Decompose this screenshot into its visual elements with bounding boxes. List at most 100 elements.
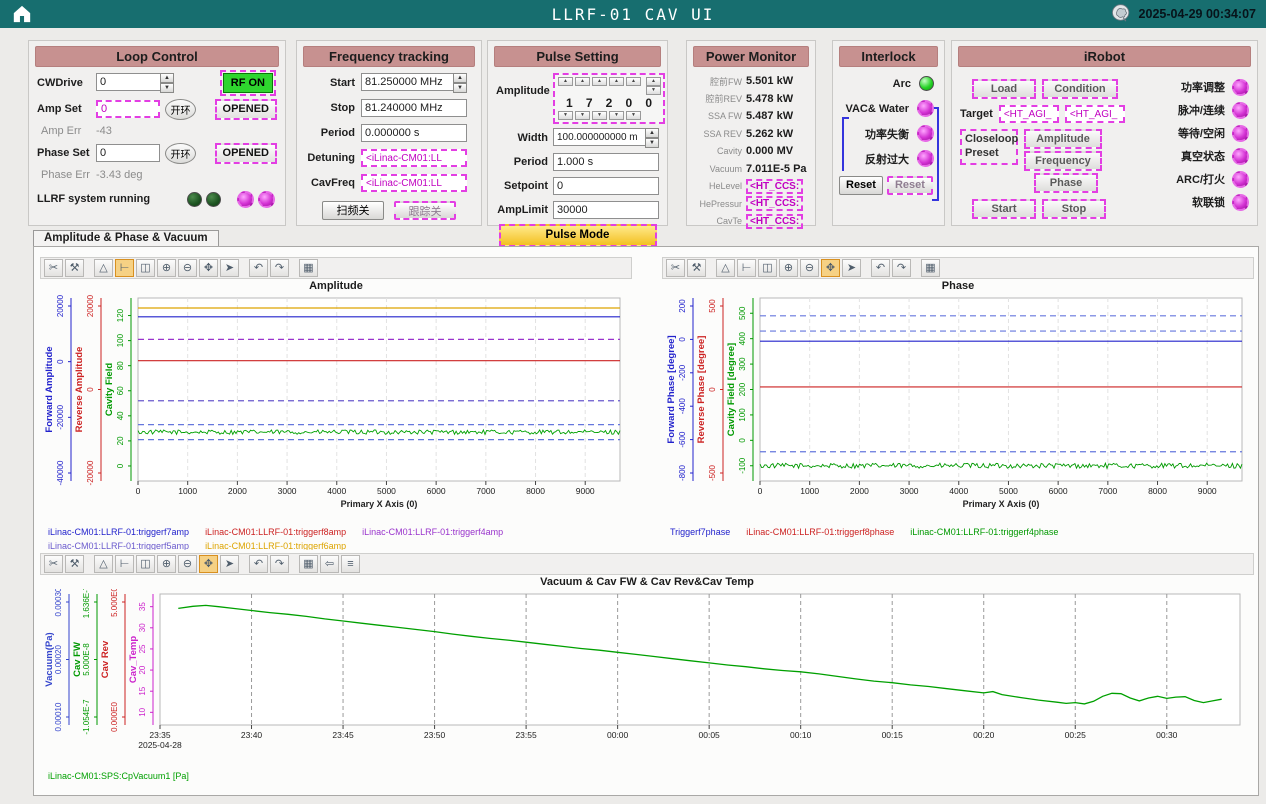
period-value[interactable]: 1.000 s: [553, 153, 659, 171]
tab-amplitude-phase-vacuum[interactable]: Amplitude & Phase & Vacuum: [33, 230, 219, 246]
rf-on-button[interactable]: RF ON: [223, 73, 273, 93]
condition-button[interactable]: Condition: [1042, 79, 1118, 99]
amp-set-input[interactable]: 0: [96, 100, 160, 118]
amplitude-preset-button[interactable]: Amplitude: [1024, 129, 1102, 149]
amplimit-value[interactable]: 30000: [553, 201, 659, 219]
back-icon[interactable]: ⇦: [320, 555, 339, 573]
annotation-icon[interactable]: △: [94, 259, 113, 277]
amp-digit-down-button-4[interactable]: ▼: [609, 111, 624, 120]
zoom-in-icon[interactable]: ⊕: [779, 259, 798, 277]
phase-set-input[interactable]: 0: [96, 144, 160, 162]
width-down-button[interactable]: ▼: [645, 138, 659, 148]
cwdrive-down-button[interactable]: ▼: [160, 83, 174, 93]
snapshot-icon[interactable]: ✂: [44, 555, 63, 573]
undo-icon[interactable]: ↶: [249, 259, 268, 277]
width-value[interactable]: 100.000000000 m: [553, 128, 645, 146]
pan-icon[interactable]: ✥: [199, 555, 218, 573]
export-icon[interactable]: ▦: [299, 259, 318, 277]
start-button[interactable]: Start: [972, 199, 1036, 219]
amp-step-up-button[interactable]: ▲: [646, 77, 661, 86]
redo-icon[interactable]: ↷: [270, 259, 289, 277]
charts-box: ✂⚒△⊢◫⊕⊖✥➤↶↷▦AmplitudeForward Amplitude20…: [33, 246, 1259, 796]
load-button[interactable]: Load: [972, 79, 1036, 99]
annotation-icon[interactable]: △: [94, 555, 113, 573]
width-up-button[interactable]: ▲: [645, 128, 659, 138]
redo-icon[interactable]: ↷: [270, 555, 289, 573]
amp-digit-down-button-3[interactable]: ▼: [592, 111, 607, 120]
zoom-in-icon[interactable]: ⊕: [157, 259, 176, 277]
home-button[interactable]: [10, 3, 34, 25]
reset-button[interactable]: Reset: [839, 176, 883, 195]
ft-up-button-0[interactable]: ▲: [453, 73, 467, 83]
ft-value-1[interactable]: 81.240000 MHz: [361, 99, 467, 117]
snapshot-icon[interactable]: ✂: [44, 259, 63, 277]
amp-digit-down-button-2[interactable]: ▼: [575, 111, 590, 120]
setpoint-value[interactable]: 0: [553, 177, 659, 195]
zoom-out-icon[interactable]: ⊖: [178, 259, 197, 277]
phase-open-loop-button[interactable]: 开环: [165, 143, 196, 164]
pan-icon[interactable]: ✥: [821, 259, 840, 277]
export-icon[interactable]: ▦: [299, 555, 318, 573]
ft-value-3[interactable]: <iLinac-CM01:LL: [361, 149, 467, 167]
zoom-out-icon[interactable]: ⊖: [800, 259, 819, 277]
undo-icon[interactable]: ↶: [871, 259, 890, 277]
amp-digit-up-button-4[interactable]: ▲: [609, 77, 624, 86]
cwdrive-spinner[interactable]: 0 ▲▼: [96, 73, 174, 93]
redo-icon[interactable]: ↷: [892, 259, 911, 277]
zoom-out-icon[interactable]: ⊖: [178, 555, 197, 573]
undo-icon[interactable]: ↶: [249, 555, 268, 573]
annotation-icon[interactable]: △: [716, 259, 735, 277]
crosshair-icon[interactable]: ⊢: [115, 555, 134, 573]
vacuum-chart-plot-area[interactable]: Vacuum(Pa)0.000300.000200.00010Cav FW1.6…: [40, 589, 1254, 768]
ft-down-button-0[interactable]: ▼: [453, 83, 467, 93]
reset-disconnected-button[interactable]: Reset: [887, 176, 933, 195]
width-spinner[interactable]: 100.000000000 m ▲▼: [553, 128, 659, 148]
configure-icon[interactable]: ⚒: [65, 555, 84, 573]
amp-loop-opened-button[interactable]: OPENED: [215, 99, 277, 120]
amp-digit-up-button-3[interactable]: ▲: [592, 77, 607, 86]
zoom-in-icon[interactable]: ⊕: [157, 555, 176, 573]
amp-digit-down-button-5[interactable]: ▼: [626, 111, 641, 120]
crosshair-icon[interactable]: ⊢: [115, 259, 134, 277]
frequency-preset-button[interactable]: Frequency: [1024, 151, 1102, 171]
stagger-icon[interactable]: ◫: [136, 259, 155, 277]
amp-digit-up-button-5[interactable]: ▲: [626, 77, 641, 86]
amplitude-spinner-widget[interactable]: ▲▲▲▲▲▲▼17200▼▼▼▼▼: [553, 73, 665, 124]
stop-button[interactable]: Stop: [1042, 199, 1106, 219]
target-value-1[interactable]: <HT_AGI_: [999, 105, 1059, 123]
stagger-icon[interactable]: ◫: [136, 555, 155, 573]
amplitude-chart-legend: iLinac-CM01:LLRF-01:triggerf7ampiLinac-C…: [40, 524, 632, 550]
pointer-icon[interactable]: ➤: [220, 259, 239, 277]
target-value-2[interactable]: <HT_AGI_: [1065, 105, 1125, 123]
amp-step-down-button[interactable]: ▼: [646, 86, 661, 95]
pointer-icon[interactable]: ➤: [220, 555, 239, 573]
amp-open-loop-button[interactable]: 开环: [165, 99, 196, 120]
track-off-button[interactable]: 跟踪关: [394, 201, 456, 220]
ft-value-2[interactable]: 0.000000 s: [361, 124, 467, 142]
svg-text:500: 500: [708, 299, 717, 313]
phase-set-label: Phase Set: [37, 147, 91, 159]
pan-icon[interactable]: ✥: [199, 259, 218, 277]
configure-icon[interactable]: ⚒: [65, 259, 84, 277]
pointer-icon[interactable]: ➤: [842, 259, 861, 277]
print-icon[interactable]: ≡: [341, 555, 360, 573]
snapshot-icon[interactable]: ✂: [666, 259, 685, 277]
brain-icon[interactable]: [1111, 3, 1132, 25]
phase-chart-plot-area[interactable]: Forward Phase [degree]2000-200-400-600-8…: [662, 293, 1254, 524]
configure-icon[interactable]: ⚒: [687, 259, 706, 277]
sweep-off-button[interactable]: 扫频关: [322, 201, 384, 220]
phase-preset-button[interactable]: Phase: [1034, 173, 1098, 193]
cwdrive-up-button[interactable]: ▲: [160, 73, 174, 83]
amp-digit-up-button-1[interactable]: ▲: [558, 77, 573, 86]
ft-value-4[interactable]: <iLinac-CM01:LL: [361, 174, 467, 192]
phase-loop-opened-button[interactable]: OPENED: [215, 143, 277, 164]
amp-digit-up-button-2[interactable]: ▲: [575, 77, 590, 86]
amp-digit-down-button-1[interactable]: ▼: [558, 111, 573, 120]
pm-label-6: HeLevel: [692, 181, 742, 191]
cwdrive-value[interactable]: 0: [96, 73, 160, 91]
stagger-icon[interactable]: ◫: [758, 259, 777, 277]
ft-value-0[interactable]: 81.250000 MHz: [361, 73, 453, 91]
export-icon[interactable]: ▦: [921, 259, 940, 277]
amplitude-chart-plot-area[interactable]: Forward Amplitude200000-20000-40000Rever…: [40, 293, 632, 524]
crosshair-icon[interactable]: ⊢: [737, 259, 756, 277]
